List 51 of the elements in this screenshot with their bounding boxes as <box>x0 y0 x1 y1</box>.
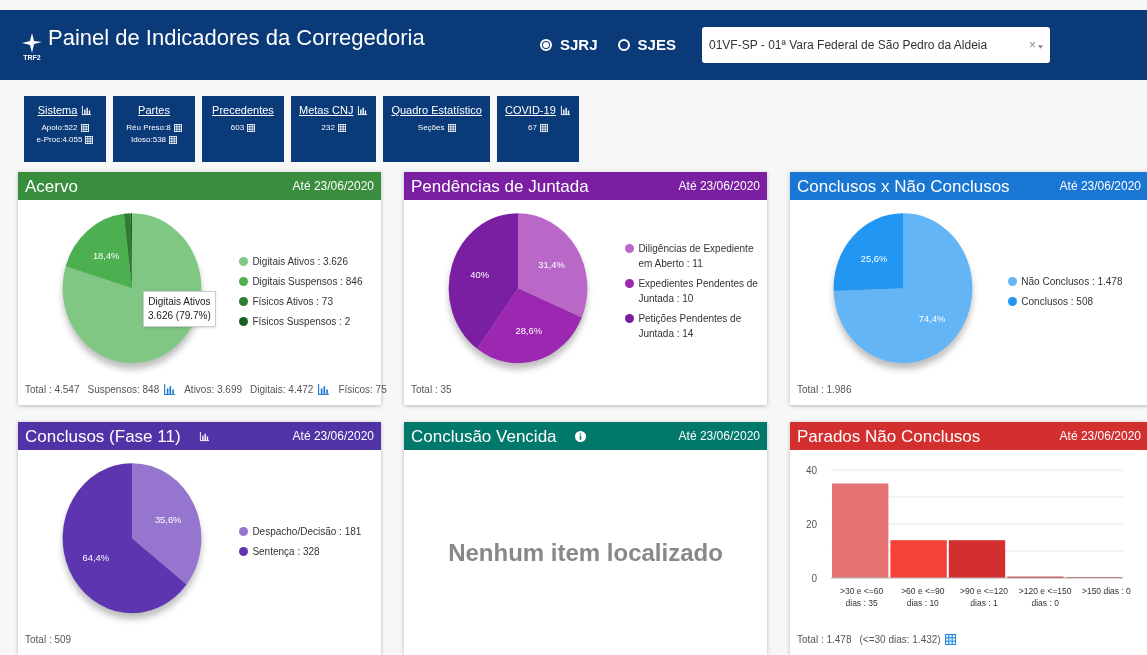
tile-stat: Idoso:538 <box>130 133 167 146</box>
tile-stat: 232 <box>321 121 335 134</box>
footer-stat: Suspensos: 848 <box>87 383 160 397</box>
slice-label: 31,4% <box>538 259 565 270</box>
footer-stat: Total : 35 <box>411 383 452 397</box>
card-date: Até 23/06/2020 <box>292 428 374 445</box>
tile-stat: 603 <box>230 121 245 134</box>
slice-label: 64,4% <box>82 552 110 563</box>
slice-label: 25,6% <box>860 253 887 264</box>
axis-tick-label: 0 <box>811 573 817 584</box>
app-title: Painel de Indicadores da Corregedoria <box>48 27 425 49</box>
footer-stat: (<=30 dias: 1.432) <box>859 633 941 647</box>
axis-tick-label: 20 <box>805 519 817 530</box>
footer-stat: Ativos: 3.699 <box>184 383 242 397</box>
card-title: Acervo <box>25 177 78 195</box>
tile-stat: Seções <box>417 121 445 134</box>
card-title: Conclusos (Fase 11) <box>25 427 181 445</box>
tile-stat: Apolo:522 <box>41 121 78 134</box>
footer-stat: Total : 509 <box>25 633 72 647</box>
card-date: Até 23/06/2020 <box>1059 178 1141 195</box>
card-title: Parados Não Conclusos <box>797 427 981 445</box>
axis-category-label: >30 e <=60 dias : 35 <box>838 585 885 609</box>
axis-category-label: >150 dias : 0 <box>1080 585 1132 598</box>
card-date: Até 23/06/2020 <box>1059 428 1141 445</box>
footer-stat: Total : 1.986 <box>797 383 852 397</box>
empty-message: Nenhum item localizado <box>448 537 723 568</box>
slice-label: 74,4% <box>918 314 945 325</box>
tile-stat: Réu Preso:8 <box>126 121 171 134</box>
footer-stat: Total : 4.547 <box>25 383 80 397</box>
axis-tick-label: 40 <box>805 465 817 476</box>
slice-label: 18,4% <box>93 250 120 261</box>
tooltip-title: Digitais Ativos <box>148 295 211 309</box>
card-date: Até 23/06/2020 <box>678 428 760 445</box>
slice-label: 40% <box>470 270 490 281</box>
card-title: Conclusos x Não Conclusos <box>797 177 1010 195</box>
slice-label: 35,6% <box>155 514 182 525</box>
tile-stat: 67 <box>527 121 537 134</box>
card-date: Até 23/06/2020 <box>678 178 760 195</box>
tooltip-value: 3.626 (79.7%) <box>148 309 211 323</box>
axis-category-label: >60 e <=90 dias : 10 <box>900 585 946 609</box>
card-date: Até 23/06/2020 <box>292 178 374 195</box>
footer-stat: Físicos: 75 <box>338 383 387 397</box>
axis-category-label: >90 e <=120 dias : 1 <box>959 585 1009 609</box>
slice-label: 28,6% <box>515 325 543 336</box>
axis-category-label: >120 e <=150 dias : 0 <box>1017 585 1073 609</box>
tile-stat: e-Proc:4.055 <box>36 133 83 146</box>
select-value: 01VF-SP - 01ª Vara Federal de São Pedro da Aldeia <box>709 37 989 54</box>
footer-stat: Total : 1.478 <box>797 633 852 647</box>
footer-stat: Digitais: 4.472 <box>250 383 314 397</box>
card-title: Pendências de Juntada <box>411 177 589 195</box>
card-title: Conclusão Vencida <box>411 427 557 445</box>
